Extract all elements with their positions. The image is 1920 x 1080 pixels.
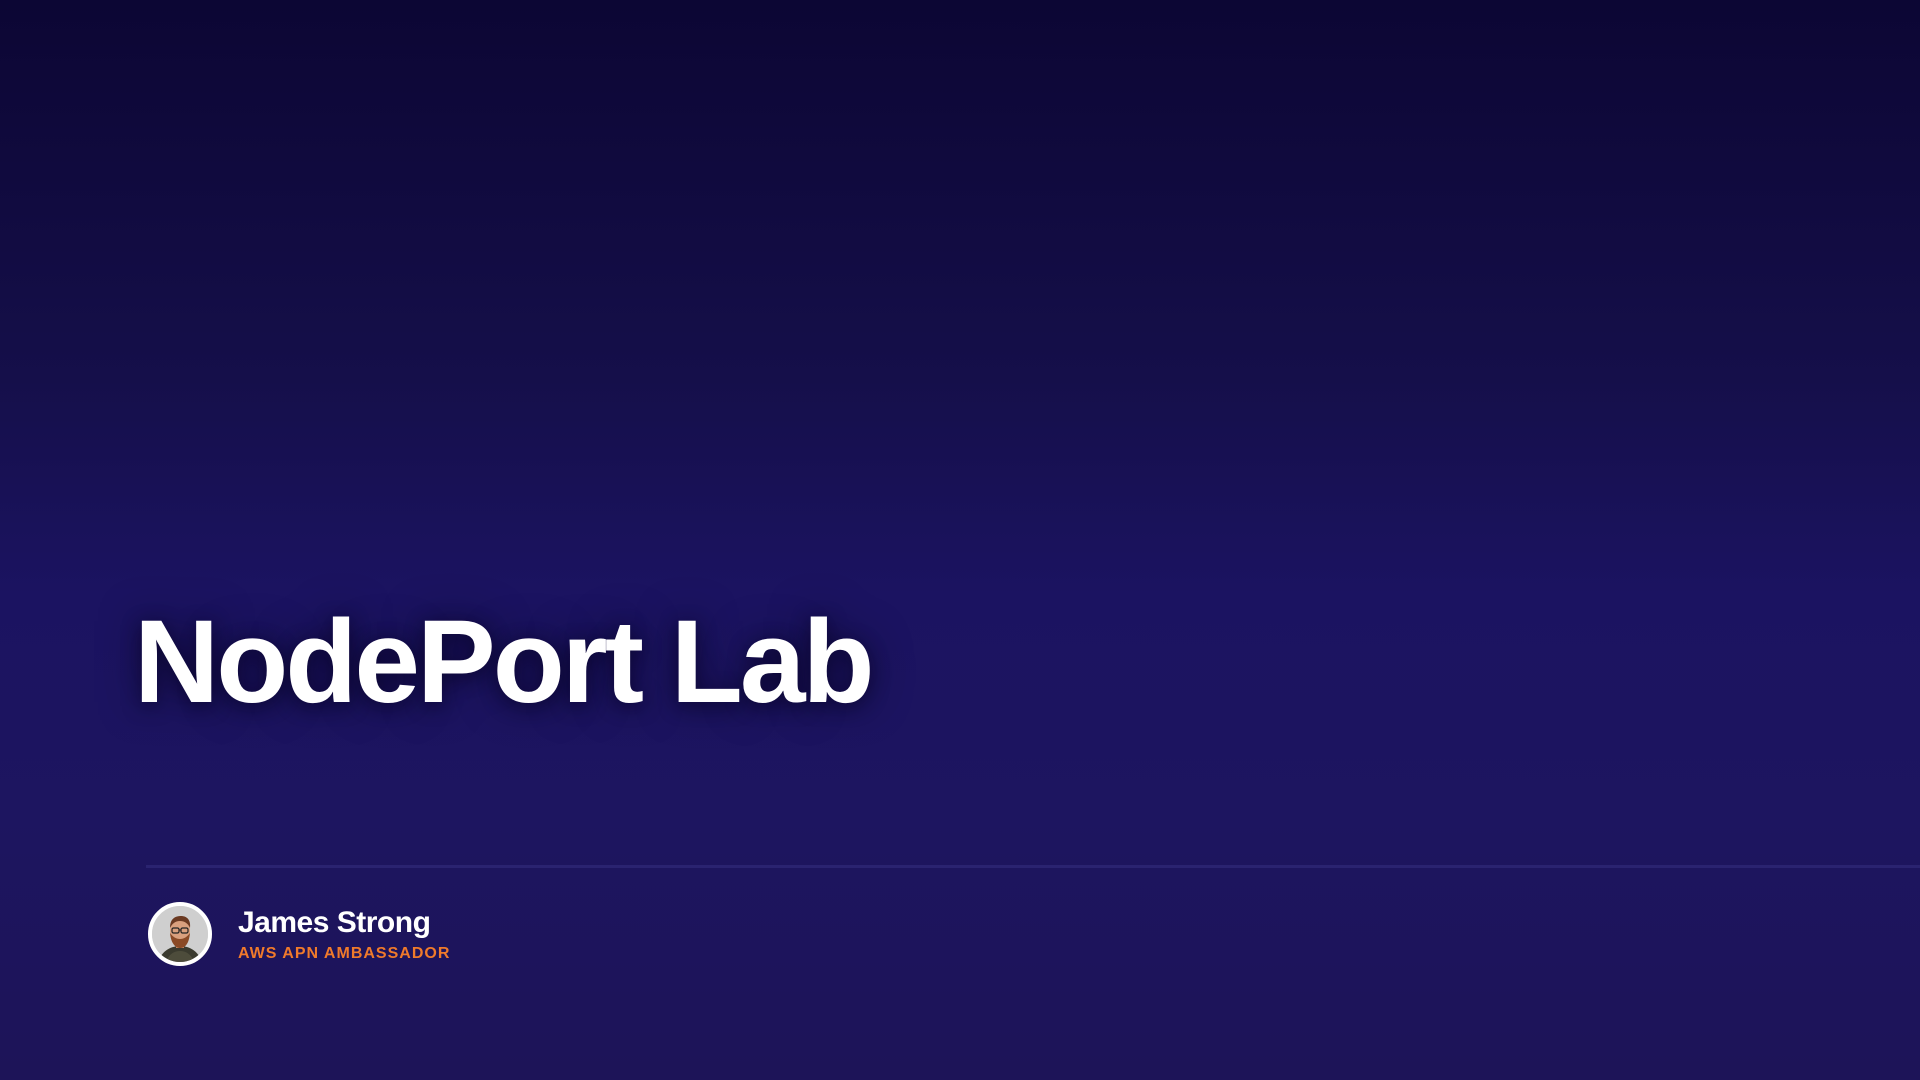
presenter-name: James Strong [238,905,431,939]
presenter-role: AWS APN AMBASSADOR [238,944,451,962]
presenter-text: James Strong AWS APN AMBASSADOR [238,906,450,963]
slide-title-container: NodePort Lab [134,596,875,728]
presenter-photo-icon [152,906,208,962]
divider-line [146,865,1920,868]
slide-title: NodePort Lab [134,596,875,728]
avatar [148,902,212,966]
presenter-card: James Strong AWS APN AMBASSADOR [148,902,450,966]
